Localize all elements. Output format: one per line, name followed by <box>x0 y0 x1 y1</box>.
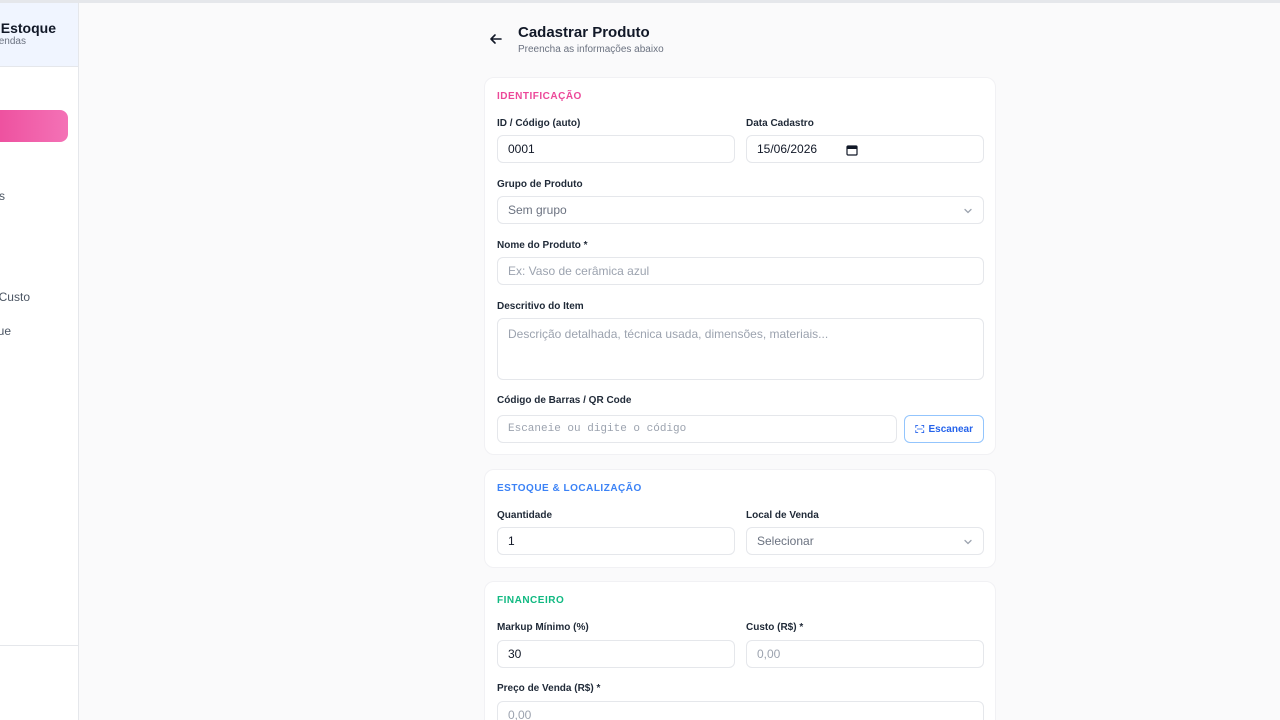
identificacao-card: IDENTIFICAÇÃO ID / Código (auto) Data Ca… <box>484 77 996 455</box>
section-title-estoque: ESTOQUE & LOCALIZAÇÃO <box>497 483 642 494</box>
price-input[interactable] <box>497 701 984 720</box>
section-title-identificacao: IDENTIFICAÇÃO <box>497 91 582 102</box>
date-input[interactable]: 15/06/2026 <box>746 135 984 163</box>
quantity-input[interactable] <box>497 527 735 555</box>
sidebar-item-custo[interactable]: Custo <box>0 290 30 304</box>
scan-button-label: Escanear <box>928 423 973 435</box>
top-border <box>0 0 1280 3</box>
sidebar-item-active[interactable] <box>0 110 68 142</box>
chevron-down-icon <box>964 208 972 214</box>
group-label: Grupo de Produto <box>497 179 583 190</box>
description-label: Descritivo do Item <box>497 301 584 312</box>
section-title-financeiro: FINANCEIRO <box>497 595 565 606</box>
id-input[interactable] <box>497 135 735 163</box>
description-textarea[interactable] <box>497 318 984 380</box>
calendar-icon[interactable] <box>846 144 858 156</box>
scan-button[interactable]: Escanear <box>904 415 984 443</box>
quantity-label: Quantidade <box>497 510 553 521</box>
chevron-down-icon <box>964 539 972 545</box>
sidebar: e Estoque endas s Custo ue <box>0 3 79 720</box>
markup-input[interactable] <box>497 640 735 668</box>
group-select[interactable]: Sem grupo <box>497 196 984 224</box>
date-label: Data Cadastro <box>746 118 814 129</box>
sidebar-item-estoque[interactable]: ue <box>0 324 11 338</box>
cost-label: Custo (R$) * <box>746 622 804 633</box>
price-label: Preço de Venda (R$) * <box>497 683 601 694</box>
local-select[interactable]: Selecionar <box>746 527 984 555</box>
group-select-value: Sem grupo <box>508 203 567 217</box>
brand-title: e Estoque <box>0 20 56 36</box>
cost-input[interactable] <box>746 640 984 668</box>
name-label: Nome do Produto * <box>497 240 588 251</box>
markup-label: Markup Mínimo (%) <box>497 622 589 633</box>
sidebar-footer-divider <box>0 645 78 646</box>
sidebar-item-1[interactable]: s <box>0 189 5 203</box>
estoque-card: ESTOQUE & LOCALIZAÇÃO Quantidade Local d… <box>484 469 996 568</box>
financeiro-card: FINANCEIRO Markup Mínimo (%) Custo (R$) … <box>484 581 996 720</box>
arrow-left-icon <box>490 34 502 44</box>
barcode-label: Código de Barras / QR Code <box>497 395 632 406</box>
barcode-input[interactable] <box>497 415 897 443</box>
sidebar-brand: e Estoque endas <box>0 3 78 67</box>
page-subtitle: Preencha as informações abaixo <box>518 44 664 55</box>
page-title: Cadastrar Produto <box>518 24 650 41</box>
product-name-input[interactable] <box>497 257 984 285</box>
local-label: Local de Venda <box>746 510 819 521</box>
id-label: ID / Código (auto) <box>497 118 581 129</box>
brand-subtitle: endas <box>0 36 26 47</box>
back-button[interactable] <box>487 30 505 48</box>
local-select-value: Selecionar <box>757 534 814 548</box>
date-value: 15/06/2026 <box>757 142 818 156</box>
scan-icon <box>915 424 925 434</box>
